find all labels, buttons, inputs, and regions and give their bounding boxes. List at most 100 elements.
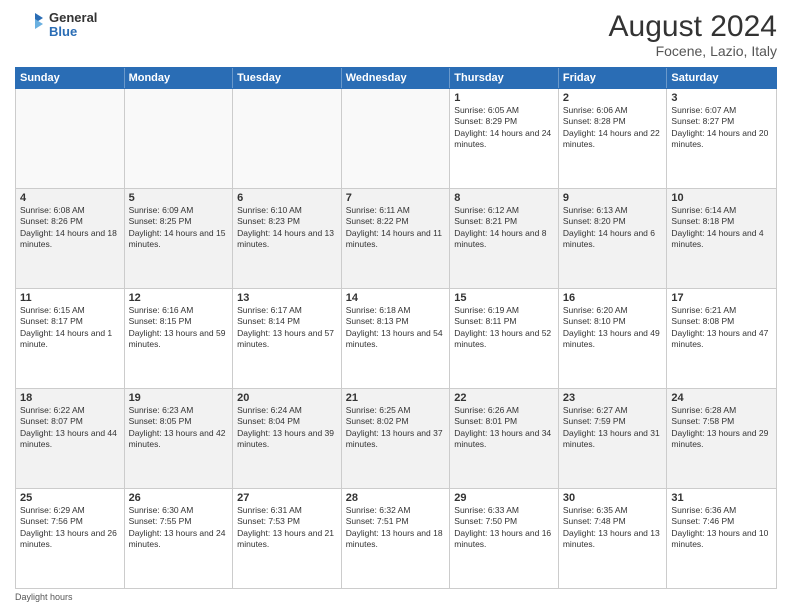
logo-svg [15,10,45,40]
calendar-week-5: 25Sunrise: 6:29 AMSunset: 7:56 PMDayligh… [16,489,776,588]
day-number: 15 [454,292,554,304]
day-cell-27: 27Sunrise: 6:31 AMSunset: 7:53 PMDayligh… [233,489,342,588]
day-cell-21: 21Sunrise: 6:25 AMSunset: 8:02 PMDayligh… [342,389,451,488]
day-info: Sunrise: 6:14 AMSunset: 8:18 PMDaylight:… [671,205,772,251]
day-number: 16 [563,292,663,304]
day-cell-16: 16Sunrise: 6:20 AMSunset: 8:10 PMDayligh… [559,289,668,388]
day-header-tuesday: Tuesday [233,68,342,88]
day-cell-15: 15Sunrise: 6:19 AMSunset: 8:11 PMDayligh… [450,289,559,388]
day-number: 6 [237,192,337,204]
day-cell-8: 8Sunrise: 6:12 AMSunset: 8:21 PMDaylight… [450,189,559,288]
day-cell-17: 17Sunrise: 6:21 AMSunset: 8:08 PMDayligh… [667,289,776,388]
day-number: 13 [237,292,337,304]
day-number: 11 [20,292,120,304]
day-header-thursday: Thursday [450,68,559,88]
day-info: Sunrise: 6:15 AMSunset: 8:17 PMDaylight:… [20,305,120,351]
day-cell-23: 23Sunrise: 6:27 AMSunset: 7:59 PMDayligh… [559,389,668,488]
day-cell-9: 9Sunrise: 6:13 AMSunset: 8:20 PMDaylight… [559,189,668,288]
day-cell-6: 6Sunrise: 6:10 AMSunset: 8:23 PMDaylight… [233,189,342,288]
day-info: Sunrise: 6:29 AMSunset: 7:56 PMDaylight:… [20,505,120,551]
day-cell-3: 3Sunrise: 6:07 AMSunset: 8:27 PMDaylight… [667,89,776,188]
day-cell-22: 22Sunrise: 6:26 AMSunset: 8:01 PMDayligh… [450,389,559,488]
day-number: 22 [454,392,554,404]
day-number: 31 [671,492,772,504]
day-info: Sunrise: 6:10 AMSunset: 8:23 PMDaylight:… [237,205,337,251]
footer-note: Daylight hours [15,592,777,602]
day-info: Sunrise: 6:05 AMSunset: 8:29 PMDaylight:… [454,105,554,151]
day-number: 27 [237,492,337,504]
day-info: Sunrise: 6:26 AMSunset: 8:01 PMDaylight:… [454,405,554,451]
day-cell-10: 10Sunrise: 6:14 AMSunset: 8:18 PMDayligh… [667,189,776,288]
day-number: 17 [671,292,772,304]
day-cell-20: 20Sunrise: 6:24 AMSunset: 8:04 PMDayligh… [233,389,342,488]
day-info: Sunrise: 6:33 AMSunset: 7:50 PMDaylight:… [454,505,554,551]
calendar-week-2: 4Sunrise: 6:08 AMSunset: 8:26 PMDaylight… [16,189,776,289]
title-block: August 2024 Focene, Lazio, Italy [609,10,777,59]
day-number: 24 [671,392,772,404]
day-info: Sunrise: 6:18 AMSunset: 8:13 PMDaylight:… [346,305,446,351]
day-info: Sunrise: 6:16 AMSunset: 8:15 PMDaylight:… [129,305,229,351]
day-cell-5: 5Sunrise: 6:09 AMSunset: 8:25 PMDaylight… [125,189,234,288]
day-number: 26 [129,492,229,504]
main-title: August 2024 [609,10,777,43]
calendar-header: SundayMondayTuesdayWednesdayThursdayFrid… [15,67,777,89]
sub-title: Focene, Lazio, Italy [609,43,777,59]
day-info: Sunrise: 6:28 AMSunset: 7:58 PMDaylight:… [671,405,772,451]
day-cell-28: 28Sunrise: 6:32 AMSunset: 7:51 PMDayligh… [342,489,451,588]
day-info: Sunrise: 6:35 AMSunset: 7:48 PMDaylight:… [563,505,663,551]
day-header-sunday: Sunday [16,68,125,88]
day-number: 20 [237,392,337,404]
day-number: 25 [20,492,120,504]
day-info: Sunrise: 6:21 AMSunset: 8:08 PMDaylight:… [671,305,772,351]
day-number: 29 [454,492,554,504]
day-cell-1: 1Sunrise: 6:05 AMSunset: 8:29 PMDaylight… [450,89,559,188]
day-cell-7: 7Sunrise: 6:11 AMSunset: 8:22 PMDaylight… [342,189,451,288]
day-cell-12: 12Sunrise: 6:16 AMSunset: 8:15 PMDayligh… [125,289,234,388]
day-number: 1 [454,92,554,104]
logo: General Blue [15,10,97,40]
calendar-week-3: 11Sunrise: 6:15 AMSunset: 8:17 PMDayligh… [16,289,776,389]
day-number: 8 [454,192,554,204]
day-cell-29: 29Sunrise: 6:33 AMSunset: 7:50 PMDayligh… [450,489,559,588]
day-cell-2: 2Sunrise: 6:06 AMSunset: 8:28 PMDaylight… [559,89,668,188]
day-cell-4: 4Sunrise: 6:08 AMSunset: 8:26 PMDaylight… [16,189,125,288]
day-number: 23 [563,392,663,404]
day-cell-13: 13Sunrise: 6:17 AMSunset: 8:14 PMDayligh… [233,289,342,388]
empty-cell [125,89,234,188]
day-info: Sunrise: 6:12 AMSunset: 8:21 PMDaylight:… [454,205,554,251]
day-header-friday: Friday [559,68,668,88]
day-cell-31: 31Sunrise: 6:36 AMSunset: 7:46 PMDayligh… [667,489,776,588]
day-number: 9 [563,192,663,204]
page: General Blue August 2024 Focene, Lazio, … [0,0,792,612]
day-info: Sunrise: 6:32 AMSunset: 7:51 PMDaylight:… [346,505,446,551]
day-number: 3 [671,92,772,104]
calendar: SundayMondayTuesdayWednesdayThursdayFrid… [15,67,777,589]
day-number: 10 [671,192,772,204]
day-info: Sunrise: 6:31 AMSunset: 7:53 PMDaylight:… [237,505,337,551]
day-cell-25: 25Sunrise: 6:29 AMSunset: 7:56 PMDayligh… [16,489,125,588]
day-header-saturday: Saturday [667,68,776,88]
day-cell-26: 26Sunrise: 6:30 AMSunset: 7:55 PMDayligh… [125,489,234,588]
day-number: 7 [346,192,446,204]
day-number: 19 [129,392,229,404]
empty-cell [342,89,451,188]
day-cell-18: 18Sunrise: 6:22 AMSunset: 8:07 PMDayligh… [16,389,125,488]
day-info: Sunrise: 6:09 AMSunset: 8:25 PMDaylight:… [129,205,229,251]
logo-general: General [49,11,97,25]
day-info: Sunrise: 6:13 AMSunset: 8:20 PMDaylight:… [563,205,663,251]
day-info: Sunrise: 6:17 AMSunset: 8:14 PMDaylight:… [237,305,337,351]
day-info: Sunrise: 6:25 AMSunset: 8:02 PMDaylight:… [346,405,446,451]
day-info: Sunrise: 6:27 AMSunset: 7:59 PMDaylight:… [563,405,663,451]
day-info: Sunrise: 6:11 AMSunset: 8:22 PMDaylight:… [346,205,446,251]
calendar-body: 1Sunrise: 6:05 AMSunset: 8:29 PMDaylight… [15,89,777,589]
empty-cell [16,89,125,188]
day-number: 21 [346,392,446,404]
day-info: Sunrise: 6:30 AMSunset: 7:55 PMDaylight:… [129,505,229,551]
logo-blue: Blue [49,25,97,39]
header: General Blue August 2024 Focene, Lazio, … [15,10,777,59]
day-number: 5 [129,192,229,204]
calendar-week-1: 1Sunrise: 6:05 AMSunset: 8:29 PMDaylight… [16,89,776,189]
day-cell-11: 11Sunrise: 6:15 AMSunset: 8:17 PMDayligh… [16,289,125,388]
day-info: Sunrise: 6:23 AMSunset: 8:05 PMDaylight:… [129,405,229,451]
day-cell-14: 14Sunrise: 6:18 AMSunset: 8:13 PMDayligh… [342,289,451,388]
